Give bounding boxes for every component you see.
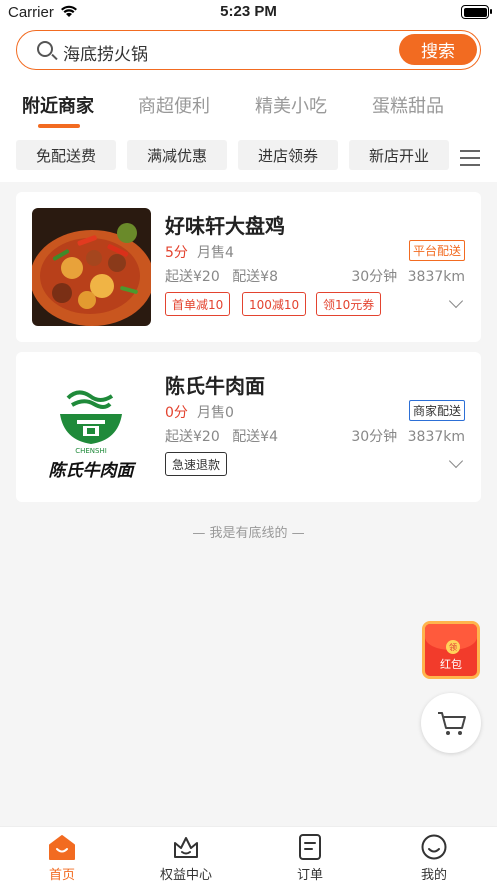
- bottom-tab-bar: 首页 权益中心 订单 我的: [0, 826, 497, 883]
- tab-orders[interactable]: 订单: [248, 827, 372, 883]
- search-icon: [37, 41, 53, 57]
- filter-bar: 免配送费 满减优惠 进店领券 新店开业: [0, 140, 497, 172]
- shop-logo: CHENSHI 陈氏牛肉面: [32, 368, 151, 486]
- shop-sales: 月售0: [197, 405, 234, 421]
- delivery-time: 30分钟: [351, 429, 398, 445]
- search-button[interactable]: 搜索: [399, 34, 477, 65]
- tab-label: 订单: [296, 868, 323, 883]
- search-input[interactable]: 海底捞火锅: [63, 40, 148, 65]
- cart-button[interactable]: [421, 693, 481, 753]
- promo-tag: 首单减10: [165, 292, 231, 316]
- filter-discount[interactable]: 满减优惠: [127, 140, 227, 170]
- shop-rating: 5分: [165, 245, 188, 261]
- filter-coupon[interactable]: 进店领券: [238, 140, 338, 170]
- filter-menu-icon[interactable]: [460, 150, 480, 166]
- tab-cakes[interactable]: 蛋糕甜品: [372, 92, 444, 118]
- tab-label: 首页: [48, 868, 75, 883]
- shop-name: 陈氏牛肉面: [165, 374, 265, 398]
- chevron-down-icon[interactable]: [448, 453, 464, 469]
- tab-label: 我的: [420, 868, 447, 883]
- tab-indicator: [38, 124, 80, 128]
- tab-snacks[interactable]: 精美小吃: [255, 92, 327, 118]
- clock: 5:23 PM: [220, 3, 277, 20]
- min-order: 起送¥20: [165, 429, 220, 445]
- tab-nearby[interactable]: 附近商家: [22, 92, 94, 118]
- tab-profile[interactable]: 我的: [372, 827, 496, 883]
- tab-supermarket[interactable]: 商超便利: [138, 92, 210, 118]
- delivery-type-badge: 商家配送: [408, 400, 465, 421]
- filter-free-delivery[interactable]: 免配送费: [16, 140, 116, 170]
- status-bar: Carrier 5:23 PM: [0, 0, 497, 26]
- search-bar[interactable]: 海底捞火锅 搜索: [16, 30, 481, 70]
- promo-tag: 领10元券: [316, 292, 382, 316]
- shop-eta: 30分钟 3837km: [345, 266, 465, 286]
- shop-rating: 0分: [165, 405, 188, 421]
- shop-fees: 起送¥20 配送¥4: [165, 426, 286, 446]
- shop-card[interactable]: CHENSHI 陈氏牛肉面 陈氏牛肉面 0分 月售0 商家配送 起送¥20 配送…: [16, 352, 481, 502]
- chevron-down-icon[interactable]: [448, 293, 464, 309]
- shop-name: 好味轩大盘鸡: [165, 214, 285, 238]
- shop-card[interactable]: 好味轩大盘鸡 5分 月售4 平台配送 起送¥20 配送¥8 30分钟 3837k…: [16, 192, 481, 342]
- red-packet-coin: 领: [446, 640, 460, 654]
- shop-eta: 30分钟 3837km: [345, 426, 465, 446]
- delivery-fee: 配送¥4: [232, 429, 279, 445]
- list-end-note: — 我是有底线的 —: [192, 526, 305, 541]
- red-packet-button[interactable]: 领 红包: [422, 621, 480, 679]
- delivery-fee: 配送¥8: [232, 269, 279, 285]
- shop-fees: 起送¥20 配送¥8: [165, 266, 286, 286]
- logo-subtext: CHENSHI: [75, 447, 107, 455]
- logo-text: 陈氏牛肉面: [49, 461, 137, 481]
- promo-tag: 100减10: [242, 292, 307, 316]
- distance: 3837km: [407, 429, 465, 445]
- delivery-time: 30分钟: [351, 269, 398, 285]
- tab-label: 权益中心: [159, 868, 212, 883]
- cart-icon: [438, 712, 466, 735]
- tab-home[interactable]: 首页: [0, 827, 124, 883]
- filter-new-store[interactable]: 新店开业: [349, 140, 449, 170]
- category-tabs: 附近商家 商超便利 精美小吃 蛋糕甜品: [0, 88, 497, 128]
- refund-tag: 急速退款: [165, 452, 228, 476]
- shop-sales: 月售4: [197, 245, 234, 261]
- profile-icon: [421, 834, 447, 860]
- battery-icon: [461, 5, 492, 19]
- red-packet-label: 红包: [440, 658, 462, 671]
- min-order: 起送¥20: [165, 269, 220, 285]
- crown-icon: [174, 837, 198, 858]
- tab-benefits[interactable]: 权益中心: [124, 827, 248, 883]
- order-icon: [299, 834, 321, 860]
- header: 海底捞火锅 搜索 附近商家 商超便利 精美小吃 蛋糕甜品 免配送费 满减优惠 进…: [0, 26, 497, 182]
- delivery-type-badge: 平台配送: [408, 240, 465, 261]
- shop-image: [32, 208, 151, 326]
- distance: 3837km: [407, 269, 465, 285]
- home-icon: [49, 835, 75, 860]
